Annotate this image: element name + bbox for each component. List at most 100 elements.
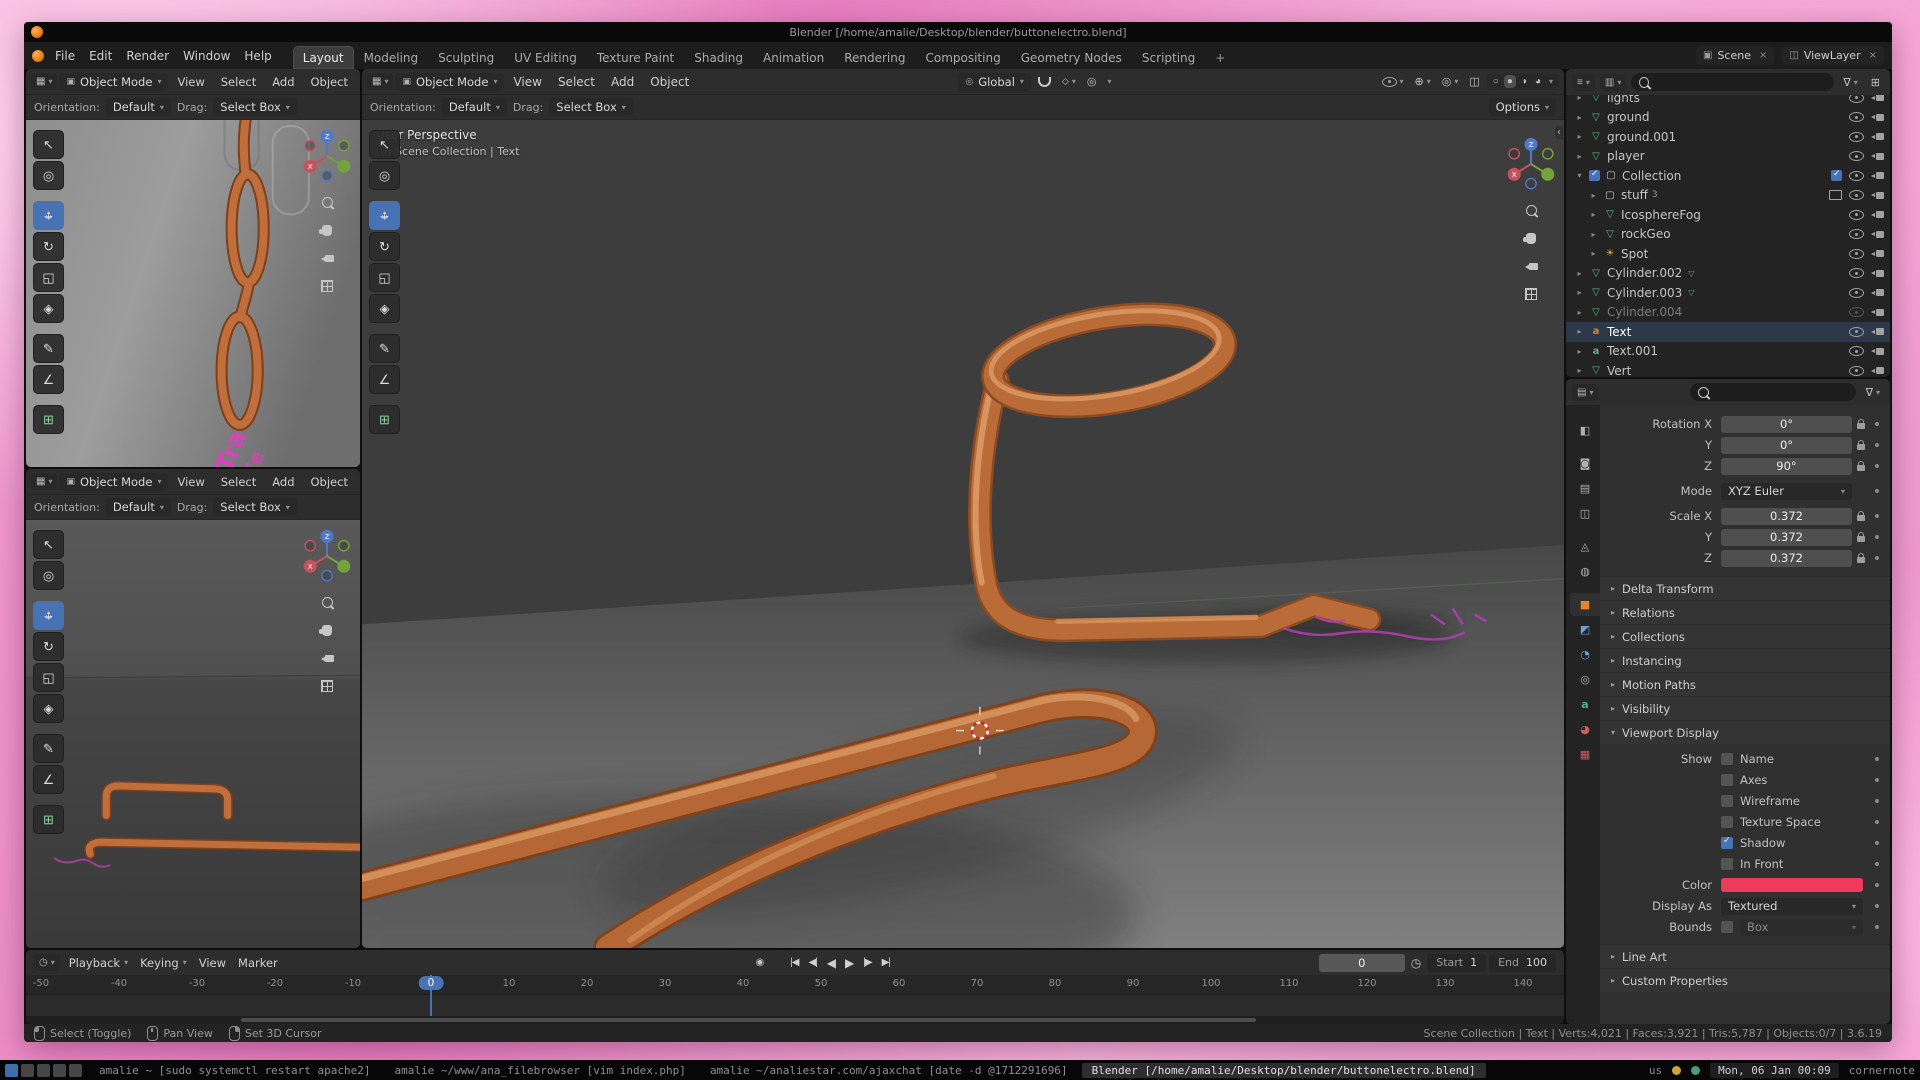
properties-tab-world[interactable]: ◍ (1570, 560, 1600, 583)
expand-arrow-icon[interactable]: ▸ (1574, 132, 1585, 141)
scene-selector[interactable]: ▣ Scene × (1696, 46, 1774, 65)
disable-in-render-icon[interactable] (1871, 230, 1884, 239)
disable-in-render-icon[interactable] (1871, 191, 1884, 200)
menu-add[interactable]: Add (265, 73, 301, 91)
outliner-item-text[interactable]: ▸ a Text (1566, 322, 1890, 342)
timeline-ruler[interactable]: -50-40-30-20-100102030405060708090100110… (26, 975, 1564, 995)
hide-in-viewport-icon[interactable] (1849, 249, 1864, 259)
timeline-body[interactable]: -50-40-30-20-100102030405060708090100110… (26, 975, 1564, 1024)
window-titlebar[interactable]: Blender [/home/amalie/Desktop/blender/bu… (24, 22, 1892, 42)
menu-object[interactable]: Object (304, 473, 355, 491)
field-y[interactable]: 0° (1721, 437, 1852, 454)
workspace-tab-scripting[interactable]: Scripting (1132, 46, 1205, 69)
snap-magnet-toggle[interactable] (1034, 75, 1055, 89)
frame-end-field[interactable]: End100 (1489, 954, 1556, 972)
show-object-types-dropdown[interactable]: ▾ (1378, 75, 1408, 89)
properties-tab-output[interactable]: ▤ (1570, 477, 1600, 500)
tool-annotate[interactable]: ✎ (369, 334, 400, 363)
playback-jump-to-start[interactable]: |◀ (785, 954, 803, 972)
expand-arrow-icon[interactable]: ▸ (1588, 191, 1599, 200)
outliner-item-cylinder-003[interactable]: ▸ ▽ Cylinder.003 ▽ (1566, 283, 1890, 303)
tool-transform[interactable]: ◈ (369, 294, 400, 323)
filter-dropdown[interactable]: ∇▾ (1862, 384, 1884, 401)
bounds-type-dropdown[interactable]: Box▾ (1740, 919, 1863, 936)
workspace-tab-uv-editing[interactable]: UV Editing (504, 46, 587, 69)
preview-range-toggle[interactable]: ◷ (1408, 956, 1424, 970)
menu-view[interactable]: View (170, 73, 211, 91)
hide-in-viewport-icon[interactable] (1849, 95, 1864, 103)
lock-icon[interactable] (1857, 423, 1865, 429)
lock-icon[interactable] (1857, 465, 1865, 471)
zoom-icon[interactable] (1521, 200, 1541, 220)
object-color-swatch[interactable] (1721, 878, 1863, 892)
lock-icon[interactable] (1857, 444, 1865, 450)
display-mode-dropdown[interactable]: ▥▾ (1600, 74, 1626, 91)
properties-tab-material[interactable]: ◕ (1570, 718, 1600, 741)
disable-in-render-icon[interactable] (1871, 95, 1884, 102)
panel-motion-paths[interactable]: ▸Motion Paths (1600, 672, 1890, 696)
menu-object[interactable]: Object (643, 73, 696, 91)
expand-arrow-icon[interactable]: ▸ (1574, 288, 1585, 297)
tool-transform[interactable]: ◈ (33, 294, 64, 323)
hide-in-viewport-icon[interactable] (1849, 307, 1864, 317)
proportional-editing-toggle[interactable]: ◎ (1083, 73, 1101, 90)
shading-solid-button[interactable]: ● (1504, 75, 1516, 88)
animate-dot[interactable] (1875, 904, 1879, 908)
workspace-icon-2[interactable] (21, 1064, 34, 1077)
timeline-tracks[interactable] (26, 995, 1564, 1016)
checkbox-name[interactable] (1721, 753, 1733, 765)
tool-select-box[interactable]: ↖ (33, 530, 64, 559)
tool-annotate[interactable]: ✎ (33, 734, 64, 763)
new-collection-button[interactable]: ⊞ (1867, 74, 1884, 91)
playback-play[interactable]: ▶ (840, 954, 858, 972)
xray-toggle[interactable]: ◫ (1465, 73, 1483, 90)
axis-gizmo[interactable]: Z X (1503, 136, 1559, 192)
properties-search[interactable] (1690, 383, 1856, 401)
properties-tab-view-layer[interactable]: ◫ (1570, 502, 1600, 525)
expand-arrow-icon[interactable]: ▸ (1588, 210, 1599, 219)
tool-cursor-3d[interactable]: ◎ (369, 161, 400, 190)
editor-type-dropdown[interactable]: ≡▾ (1572, 74, 1595, 91)
expand-arrow-icon[interactable]: ▸ (1574, 347, 1585, 356)
tool-transform[interactable]: ◈ (33, 694, 64, 723)
editor-type-dropdown[interactable]: ▦▾ (367, 73, 393, 90)
outliner-item-icospherefog[interactable]: ▸ ▽ IcosphereFog (1566, 205, 1890, 225)
field-scale-x[interactable]: 0.372 (1721, 508, 1852, 525)
topbar-menu-edit[interactable]: Edit (82, 47, 119, 65)
pan-hand-icon[interactable] (317, 220, 337, 240)
tool-rotate[interactable]: ↻ (369, 232, 400, 261)
camera-view-icon[interactable] (317, 648, 337, 668)
mode-dropdown[interactable]: ▣Object Mode▾ (59, 73, 168, 91)
overlays-dropdown[interactable]: ◎▾ (1438, 73, 1463, 90)
properties-tab-tool[interactable]: ◧ (1570, 419, 1600, 442)
tool-move[interactable] (33, 601, 64, 630)
properties-tab-object[interactable]: ■ (1570, 593, 1600, 616)
scrollbar-handle[interactable] (241, 1018, 1256, 1022)
zoom-icon[interactable] (317, 192, 337, 212)
tool-add-cube[interactable]: ⊞ (33, 405, 64, 434)
outliner-item-lights[interactable]: ▸ ▽ lights (1566, 95, 1890, 108)
animate-dot[interactable] (1875, 443, 1879, 447)
snap-settings-dropdown[interactable]: ◇▾ (1058, 74, 1080, 89)
outliner-item-player[interactable]: ▸ ▽ player (1566, 147, 1890, 167)
tool-add-cube[interactable]: ⊞ (369, 405, 400, 434)
perspective-toggle-icon[interactable] (317, 276, 337, 296)
outliner-item-rockgeo[interactable]: ▸ ▽ rockGeo (1566, 225, 1890, 245)
checkbox-wireframe[interactable] (1721, 795, 1733, 807)
outliner-search-input[interactable] (1654, 75, 1826, 90)
hide-in-viewport-icon[interactable] (1849, 190, 1864, 200)
disable-in-render-icon[interactable] (1871, 288, 1884, 297)
hide-in-viewport-icon[interactable] (1849, 171, 1864, 181)
drag-dropdown[interactable]: Select Box▾ (213, 498, 297, 516)
clock[interactable]: Mon, 06 Jan 00:09 (1710, 1063, 1839, 1078)
outliner-item-vert[interactable]: ▸ ▽ Vert (1566, 361, 1890, 377)
animate-dot[interactable] (1875, 778, 1879, 782)
unlink-scene-button[interactable]: × (1759, 50, 1767, 61)
bounds-checkbox[interactable] (1721, 921, 1733, 933)
workspace-tab-geometry-nodes[interactable]: Geometry Nodes (1011, 46, 1132, 69)
workspace-icon-1[interactable] (5, 1064, 18, 1077)
lock-icon[interactable] (1857, 557, 1865, 563)
expand-arrow-icon[interactable]: ▸ (1574, 113, 1585, 122)
auto-keying-toggle[interactable]: ◉ (749, 956, 770, 969)
outliner-item-ground-001[interactable]: ▸ ▽ ground.001 (1566, 127, 1890, 147)
